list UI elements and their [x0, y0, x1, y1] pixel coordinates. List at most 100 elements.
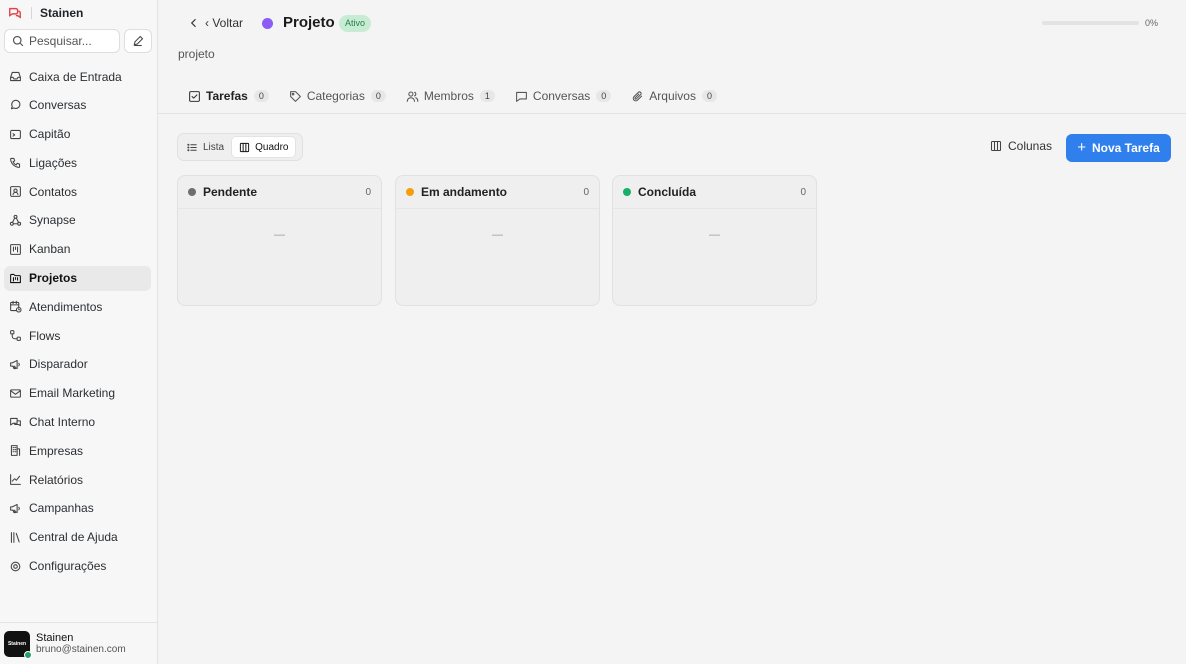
- columns-label: Colunas: [1008, 139, 1053, 153]
- user-email: bruno@stainen.com: [36, 643, 126, 655]
- sidebar-item-label: Central de Ajuda: [29, 530, 118, 545]
- columns-icon: [990, 140, 1002, 152]
- column-empty-placeholder: —: [709, 229, 720, 241]
- columns-button[interactable]: Colunas: [990, 139, 1052, 153]
- column-empty-placeholder: —: [492, 229, 503, 241]
- view-board-button[interactable]: Quadro: [231, 136, 297, 158]
- sidebar-item-relatorios[interactable]: Relatórios: [4, 467, 151, 492]
- flow-icon: [10, 330, 21, 342]
- sidebar-item-ligacoes[interactable]: Ligações: [4, 150, 151, 175]
- sidebar-item-central-de-ajuda[interactable]: Central de Ajuda: [4, 525, 151, 550]
- sidebar-item-chat-interno[interactable]: Chat Interno: [4, 410, 151, 435]
- sidebar-item-label: Contatos: [29, 184, 78, 199]
- tab-membros[interactable]: Membros 1: [396, 84, 505, 108]
- kanban-column: Pendente 0 —: [177, 175, 382, 306]
- column-title: Em andamento: [421, 185, 508, 199]
- search-box[interactable]: [4, 29, 120, 53]
- search-input[interactable]: [29, 34, 117, 48]
- progress-bar: [1042, 21, 1139, 25]
- check-square-icon: [189, 90, 200, 102]
- column-header: Pendente 0: [178, 176, 381, 209]
- tab-count-badge: 0: [370, 90, 386, 102]
- search-icon: [12, 35, 24, 47]
- back-label: ‹ Voltar: [205, 16, 244, 30]
- sidebar-item-campanhas[interactable]: Campanhas: [4, 496, 151, 521]
- compose-button[interactable]: [124, 29, 152, 53]
- sidebar-item-contatos[interactable]: Contatos: [4, 179, 151, 204]
- column-title: Pendente: [203, 185, 258, 199]
- terminal-icon: [10, 129, 21, 139]
- sidebar-item-label: Campanhas: [29, 501, 94, 516]
- sidebar-item-label: Relatórios: [29, 472, 84, 487]
- messages-icon: [10, 417, 21, 426]
- mail-icon: [10, 389, 21, 398]
- user-profile[interactable]: Stainen Stainen bruno@stainen.com: [0, 622, 158, 664]
- sidebar-item-email-marketing[interactable]: Email Marketing: [4, 381, 151, 406]
- chart-line-icon: [10, 474, 21, 486]
- inbox-icon: [10, 71, 21, 82]
- brand-name: Stainen: [40, 6, 84, 20]
- sidebar-item-label: Capitão: [29, 127, 71, 142]
- building-icon: [10, 445, 21, 457]
- tab-label: Categorias: [306, 89, 365, 103]
- view-board-label: Quadro: [255, 141, 289, 153]
- new-task-button[interactable]: + Nova Tarefa: [1066, 134, 1171, 162]
- tab-tarefas[interactable]: Tarefas 0: [178, 84, 279, 108]
- sidebar-item-label: Disparador: [29, 357, 88, 372]
- sidebar-item-label: Conversas: [29, 98, 87, 113]
- sidebar-item-capitao[interactable]: Capitão: [4, 122, 151, 147]
- sidebar-item-conversas[interactable]: Conversas: [4, 93, 151, 118]
- view-list-label: Lista: [203, 141, 225, 153]
- kanban-column: Concluída 0 —: [612, 175, 817, 306]
- tab-categorias[interactable]: Categorias 0: [279, 84, 396, 108]
- column-count: 0: [583, 186, 589, 198]
- library-icon: [10, 531, 20, 543]
- megaphone-icon: [10, 359, 20, 370]
- sidebar-item-synapse[interactable]: Synapse: [4, 208, 151, 233]
- sidebar-nav: Caixa de Entrada Conversas Capitão Ligações…: [4, 64, 151, 582]
- kanban-column: Em andamento 0 —: [395, 175, 600, 306]
- status-badge: Ativo: [339, 15, 372, 32]
- chevron-left-icon: [190, 18, 196, 28]
- tab-count-badge: 0: [701, 90, 717, 102]
- sidebar-item-configuracoes[interactable]: Configurações: [4, 554, 151, 579]
- sidebar-item-disparador[interactable]: Disparador: [4, 352, 151, 377]
- tab-conversas[interactable]: Conversas 0: [505, 84, 621, 108]
- tab-label: Membros: [423, 89, 474, 103]
- view-toggle: Lista Quadro: [177, 133, 303, 161]
- users-icon: [406, 91, 419, 102]
- settings-icon: [10, 561, 21, 571]
- tab-count-badge: 0: [596, 90, 612, 102]
- tab-label: Tarefas: [206, 89, 248, 103]
- sidebar-item-kanban[interactable]: Kanban: [4, 237, 151, 262]
- kanban-icon: [10, 243, 21, 255]
- tab-label: Conversas: [532, 89, 591, 103]
- sidebar-item-label: Ligações: [29, 155, 78, 170]
- megaphone-icon: [10, 503, 20, 514]
- sidebar-item-atendimentos[interactable]: Atendimentos: [4, 294, 151, 319]
- sidebar-item-empresas[interactable]: Empresas: [4, 438, 151, 463]
- column-status-dot: [406, 188, 414, 196]
- tab-count-badge: 1: [479, 90, 495, 102]
- column-count: 0: [800, 186, 806, 198]
- sidebar-item-label: Chat Interno: [29, 415, 96, 430]
- brand[interactable]: Stainen: [8, 5, 83, 21]
- brand-divider: [31, 7, 32, 19]
- sidebar-item-projetos[interactable]: Projetos: [4, 265, 151, 291]
- sidebar-item-caixa-de-entrada[interactable]: Caixa de Entrada: [4, 64, 151, 89]
- tab-count-badge: 0: [253, 90, 269, 102]
- column-empty-placeholder: —: [274, 229, 285, 241]
- tab-arquivos[interactable]: Arquivos 0: [621, 84, 727, 108]
- sidebar-item-label: Kanban: [29, 242, 71, 257]
- plus-icon: +: [1077, 139, 1086, 156]
- page-title: Projeto: [283, 14, 335, 31]
- logo-icon: [9, 7, 21, 19]
- progress-text: 0%: [1145, 18, 1159, 28]
- sidebar: Stainen Caixa de Entrada Conversas Capitão…: [0, 0, 158, 664]
- tab-divider: [158, 113, 1186, 114]
- sidebar-item-flows[interactable]: Flows: [4, 323, 151, 348]
- view-list-button[interactable]: Lista: [180, 136, 231, 158]
- column-header: Em andamento 0: [396, 176, 599, 209]
- paperclip-icon: [633, 90, 643, 101]
- back-button[interactable]: ‹ Voltar: [188, 16, 243, 30]
